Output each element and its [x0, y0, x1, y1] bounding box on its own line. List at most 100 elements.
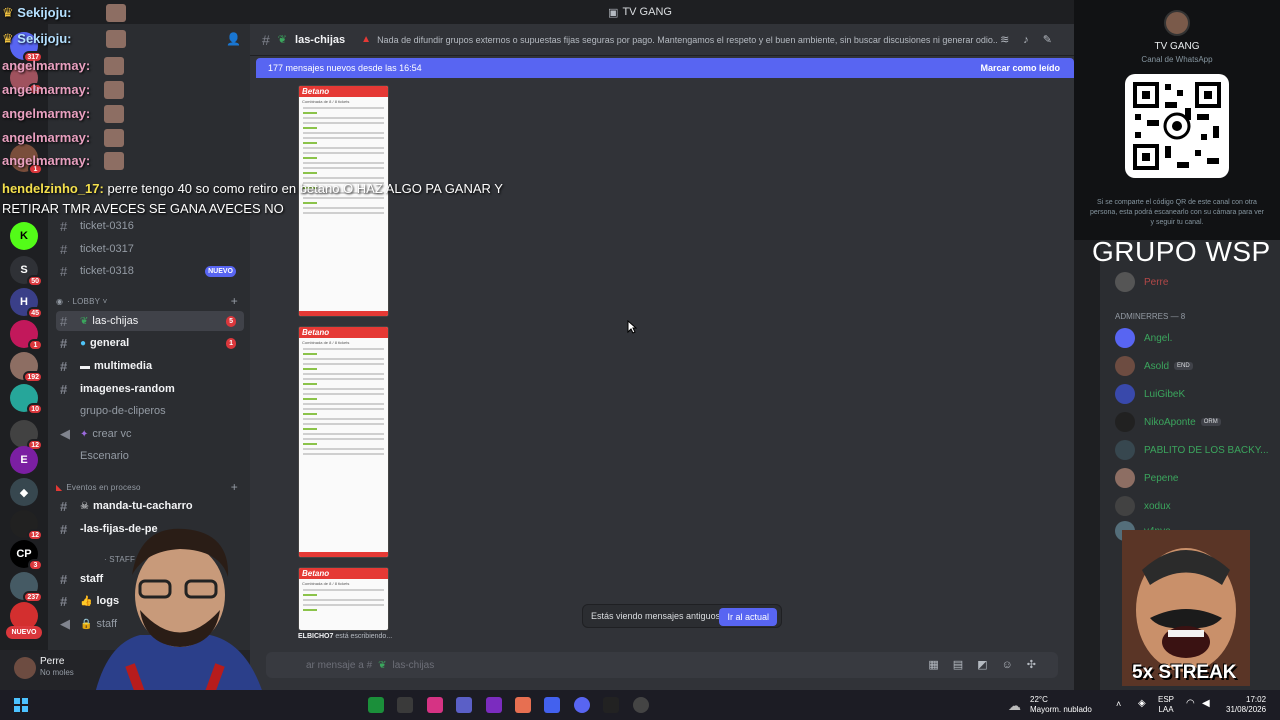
- obs-icon[interactable]: [633, 697, 649, 713]
- chat-overlay-line: ♛ Sekijoju:: [2, 5, 71, 21]
- unread-pill: 5: [226, 315, 236, 327]
- channel-ticket-0318[interactable]: # ticket-0318 NUEVO: [56, 261, 244, 281]
- chat-emote: [104, 129, 124, 147]
- channel-grupo-de-cliperos[interactable]: grupo-de-cliperos: [56, 401, 244, 421]
- emoji-icon[interactable]: ☺: [1002, 659, 1027, 671]
- channel-header: # ❦ las-chijas ▲ Nada de difundir grupos…: [250, 24, 1074, 56]
- new-messages-bar[interactable]: 177 mensajes nuevos desde las 16:54 Marc…: [256, 58, 1074, 78]
- channel-las-chijas[interactable]: # ❦ las-chijas 5: [56, 311, 244, 331]
- mark-read-button[interactable]: Marcar como leído: [980, 63, 1060, 73]
- channel-multimedia[interactable]: # ▬ multimedia: [56, 356, 244, 376]
- taskbar: ☁ 22°C Mayorm. nublado ˄ ◈ ESP LAA ◠ ◀ 17:…: [0, 690, 1280, 720]
- server-icon[interactable]: 1: [10, 320, 43, 351]
- weather-temp: 22°C: [1030, 695, 1048, 704]
- windows-start-icon[interactable]: [14, 698, 28, 712]
- bell-icon[interactable]: ♪: [1023, 34, 1043, 46]
- member-item[interactable]: NikoAponte ORM: [1115, 411, 1221, 433]
- wifi-icon[interactable]: ◠: [1186, 698, 1195, 709]
- server-icon[interactable]: H 45: [10, 288, 43, 319]
- avatar[interactable]: [14, 657, 36, 679]
- gif-icon[interactable]: ▤: [953, 659, 977, 671]
- member-item[interactable]: Angel.: [1115, 327, 1172, 349]
- member-item[interactable]: LuiGibeK: [1115, 383, 1185, 405]
- member-item[interactable]: Perre: [1115, 271, 1168, 293]
- message-input[interactable]: ar mensaje a # ❦ las-chijas ▦▤◩☺✣: [266, 652, 1058, 678]
- composer-channel: las-chijas: [392, 659, 435, 671]
- member-name: NikoAponte: [1144, 416, 1196, 428]
- pin-icon[interactable]: ✎: [1043, 34, 1066, 46]
- server-icon[interactable]: 192: [10, 352, 43, 383]
- server-icon[interactable]: E: [10, 446, 38, 474]
- threads-icon[interactable]: ≋: [1000, 34, 1023, 46]
- clock[interactable]: 17:02 31/08/2026: [1226, 695, 1266, 715]
- server-icon[interactable]: 237: [10, 572, 43, 603]
- member-item[interactable]: xodux: [1115, 495, 1171, 517]
- chevron-up-icon[interactable]: ˄: [1116, 699, 1121, 709]
- channel-ticket-0317[interactable]: # ticket-0317: [56, 239, 244, 259]
- username: Perre: [40, 656, 65, 667]
- chat-overlay-line: angelmarmay:: [2, 58, 90, 73]
- ticket-brand: Betano: [299, 86, 388, 97]
- ticket-image[interactable]: Betano Combinada de 8 / 8 tickets: [298, 85, 389, 317]
- channel-ticket-0316[interactable]: # ticket-0316: [56, 216, 244, 236]
- member-item[interactable]: PABLITO DE LOS BACKY...: [1115, 439, 1269, 461]
- chat-overlay-message: hendelzinho_17: perre tengo 40 so como r…: [2, 181, 503, 196]
- volume-icon[interactable]: ◀: [1202, 698, 1210, 709]
- channel-topic[interactable]: Nada de difundir grupos externos o supue…: [377, 35, 997, 45]
- sticker-icon[interactable]: ◩: [977, 659, 1001, 671]
- server-badge: 1: [28, 339, 43, 351]
- ticket-image[interactable]: Betano Combinada de 8 / 8 tickets: [298, 326, 389, 558]
- app-icon[interactable]: [427, 697, 443, 713]
- server-badge: 10: [27, 403, 43, 415]
- jump-to-present-button[interactable]: Ir al actual: [719, 608, 777, 626]
- weather-widget[interactable]: 22°C Mayorm. nublado: [1030, 695, 1092, 715]
- member-item[interactable]: Asold END: [1115, 355, 1193, 377]
- add-channel-icon[interactable]: +: [231, 480, 238, 494]
- add-member-icon[interactable]: 👤: [226, 32, 241, 46]
- app-icon[interactable]: [368, 697, 384, 713]
- channel-crear-vc[interactable]: ◀ ✦ crear vc: [56, 424, 244, 444]
- server-icon[interactable]: 10: [10, 384, 43, 415]
- server-kick[interactable]: K: [10, 222, 38, 250]
- app-icon[interactable]: [397, 697, 413, 713]
- old-messages-text: Estás viendo mensajes antiguos: [591, 611, 721, 621]
- ticket-image[interactable]: Betano Combinada de 8 / 8 tickets: [298, 567, 389, 631]
- streak-label: 5x STREAK: [1132, 662, 1237, 683]
- add-channel-icon[interactable]: +: [231, 294, 238, 308]
- category-events[interactable]: ◣ Eventos en proceso +: [56, 480, 244, 494]
- chat-message-text: perre tengo 40 so como retiro en betano …: [103, 181, 503, 196]
- wa-channel-subtitle: Canal de WhatsApp: [1141, 55, 1213, 64]
- server-rail: 317 1 1 K S 50 H 45 1 192 10 12 E ◆ 12 CP 3…: [0, 24, 48, 690]
- tray-app-icon[interactable]: ◈: [1138, 698, 1146, 709]
- channel-general[interactable]: # ● general 1: [56, 333, 244, 353]
- discord-icon[interactable]: [574, 697, 590, 713]
- app-icon[interactable]: [456, 697, 472, 713]
- app-icon[interactable]: [486, 697, 502, 713]
- channel-escenario[interactable]: Escenario: [56, 446, 244, 466]
- chat-username: Sekijoju:: [17, 5, 72, 20]
- hash-icon: #: [60, 218, 68, 234]
- gift-icon[interactable]: ▦: [928, 659, 952, 671]
- leaf-icon: ❦: [378, 659, 387, 671]
- server-icon[interactable]: 12: [10, 510, 43, 541]
- chat-overlay-line: angelmarmay:: [2, 82, 90, 97]
- channel-label: ticket-0317: [80, 243, 134, 255]
- channel-label: imagenes-random: [80, 383, 175, 395]
- channel-imagenes-random[interactable]: # imagenes-random: [56, 379, 244, 399]
- member-avatar: [1115, 356, 1135, 376]
- server-icon[interactable]: CP 3: [10, 540, 43, 571]
- apps-icon[interactable]: ✣: [1027, 659, 1050, 671]
- skull-icon: ☠: [80, 500, 89, 512]
- app-icon[interactable]: [544, 697, 560, 713]
- hash-icon: #: [60, 241, 68, 257]
- member-item[interactable]: Pepene: [1115, 467, 1178, 489]
- language-indicator[interactable]: ESP LAA: [1158, 695, 1174, 715]
- app-icon[interactable]: [603, 697, 619, 713]
- channel-manda-tu-cacharro[interactable]: # ☠ manda-tu-cacharro: [56, 496, 244, 516]
- member-tag: ORM: [1200, 418, 1221, 426]
- app-icon[interactable]: [515, 697, 531, 713]
- server-icon[interactable]: ◆: [10, 478, 38, 506]
- server-icon[interactable]: S 50: [10, 256, 43, 287]
- server-icon[interactable]: 12: [10, 420, 43, 451]
- category-lobby[interactable]: ◉ · LOBBY ˅ +: [56, 294, 244, 308]
